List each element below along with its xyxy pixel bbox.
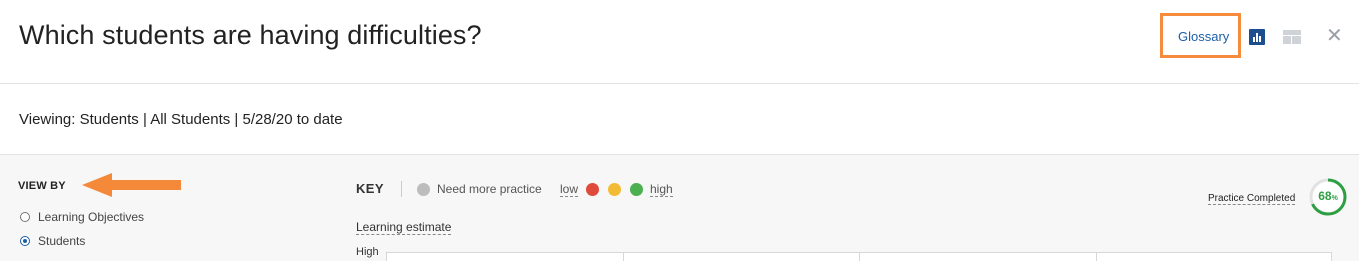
need-more-practice-dot-icon	[417, 183, 430, 196]
view-by-option-students[interactable]: Students	[20, 234, 85, 248]
practice-completed-label: Practice Completed	[1208, 193, 1296, 205]
annotation-arrow-icon	[82, 173, 181, 197]
radio-unchecked-icon[interactable]	[20, 212, 30, 222]
key-heading: KEY	[356, 181, 384, 196]
y-axis-high-label: High	[356, 246, 379, 258]
learning-estimate-label: Learning estimate	[356, 220, 452, 235]
plot-grid-line	[859, 253, 860, 261]
practice-completed-value: 68%	[1318, 189, 1338, 203]
radio-checked-icon[interactable]	[20, 236, 30, 246]
learning-estimate-plot	[386, 252, 1332, 261]
plot-grid-line	[623, 253, 624, 261]
plot-grid-line	[1096, 253, 1097, 261]
high-dot-icon	[630, 183, 643, 196]
page-title: Which students are having difficulties?	[19, 20, 482, 50]
table-icon[interactable]	[1283, 30, 1301, 44]
view-by-heading: VIEW BY	[18, 180, 66, 192]
view-by-option-label: Learning Objectives	[38, 210, 145, 224]
key-high-label: high	[650, 182, 673, 197]
close-icon[interactable]: ✕	[1326, 26, 1343, 46]
key-low-label: low	[560, 182, 579, 197]
low-dot-icon	[586, 183, 599, 196]
mid-dot-icon	[608, 183, 621, 196]
main-panel: VIEW BY Learning Objectives Students KEY…	[0, 155, 1359, 261]
view-by-option-label: Students	[38, 234, 86, 248]
glossary-link[interactable]: Glossary	[1178, 29, 1229, 44]
key-divider	[401, 181, 402, 197]
viewing-bar: Viewing: Students | All Students | 5/28/…	[0, 85, 1359, 155]
viewing-summary: Viewing: Students | All Students | 5/28/…	[19, 111, 343, 128]
bar-chart-icon[interactable]	[1249, 29, 1265, 45]
view-by-option-learning-objectives[interactable]: Learning Objectives	[20, 210, 144, 224]
dialog-header: Which students are having difficulties? …	[0, 0, 1359, 84]
need-more-practice-label: Need more practice	[437, 182, 542, 196]
